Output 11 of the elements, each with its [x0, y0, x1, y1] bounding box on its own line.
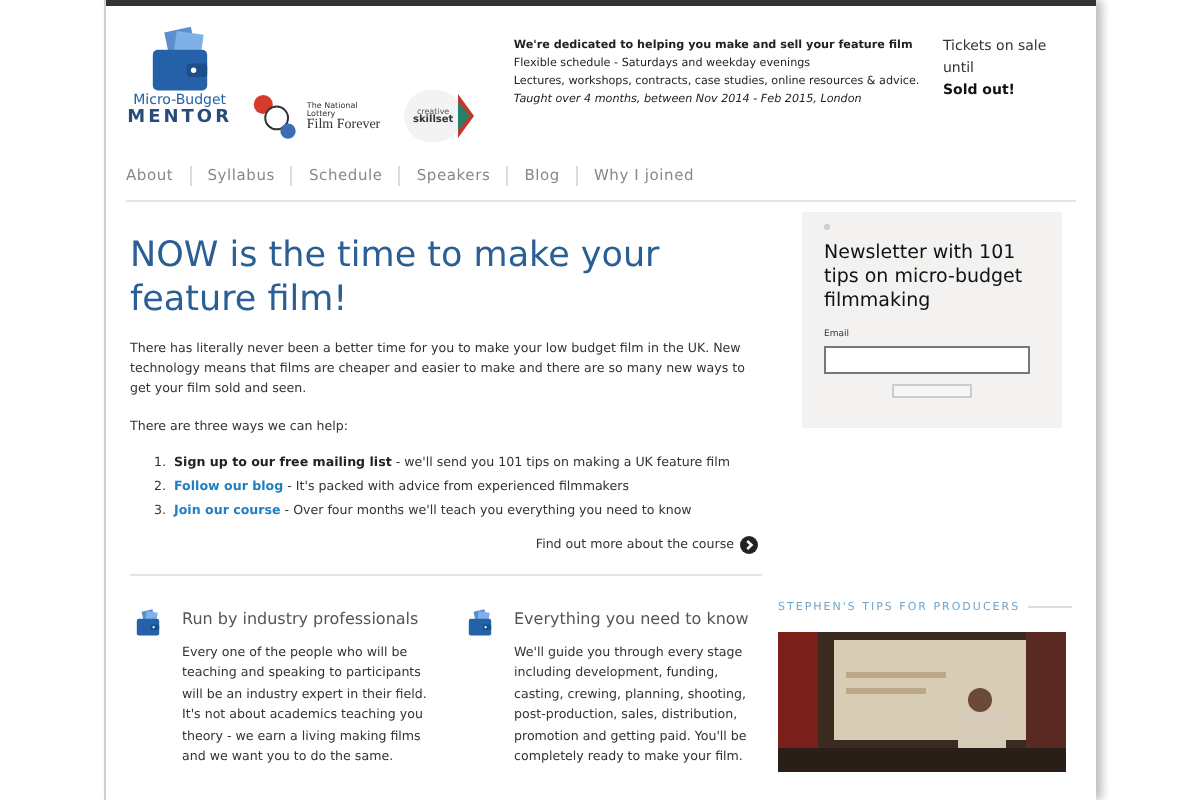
feature-title: Run by industry professionals — [182, 607, 421, 632]
wallet-icon — [134, 607, 162, 638]
wallet-icon — [466, 607, 494, 638]
email-field[interactable] — [824, 346, 1030, 374]
page-heading: NOW is the time to make your feature film! — [130, 234, 662, 323]
newsletter-title: Newsletter with 101 tips on micro-budget filmmaking — [824, 242, 1025, 315]
feature-title: Everything you need to know — [514, 607, 751, 632]
logo-text: MENTOR — [127, 108, 232, 131]
circles-logo-icon — [249, 90, 299, 142]
arrow-circle-icon — [740, 536, 758, 555]
fan-icon — [457, 94, 474, 138]
